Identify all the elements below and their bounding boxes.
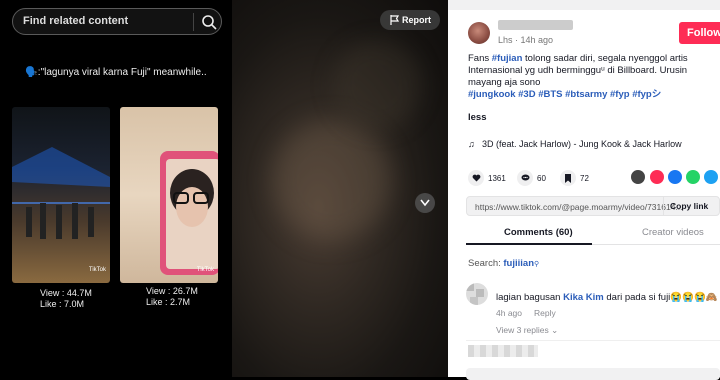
next-video-button[interactable] [415, 193, 435, 213]
comment-icon[interactable] [517, 170, 533, 186]
heart-icon[interactable] [468, 170, 484, 186]
redacted-username [468, 345, 538, 357]
mention-link[interactable]: Kika Kim [563, 292, 604, 303]
facebook-icon[interactable] [668, 170, 682, 184]
tab-comments[interactable]: Comments (60) [504, 227, 573, 238]
post-description: Fans #fujian tolong sadar diri, segala n… [468, 53, 720, 101]
like-count: Like : 7.0M [40, 299, 85, 309]
avatar[interactable] [468, 22, 490, 44]
post-panel: Lhs · 14h ago Follow Fans #fujian tolong… [448, 0, 720, 380]
video-stats: View : 44.7M Like : 7.0M [40, 288, 92, 310]
search-input[interactable]: Find related content [23, 15, 128, 27]
video-thumbnail[interactable]: TikTok [120, 107, 218, 283]
dance-stage-image [12, 147, 110, 239]
username-redacted[interactable] [498, 20, 573, 30]
related-caption: 🗣️:"lagunya viral karna Fuji" meanwhile.… [25, 67, 207, 78]
twitter-icon[interactable] [704, 170, 718, 184]
music-note-icon: ♫ [468, 139, 475, 149]
send-icon[interactable] [650, 170, 664, 184]
like-count: Like : 2.7M [146, 297, 191, 307]
avatar[interactable] [466, 283, 488, 305]
video-player[interactable]: Report [232, 0, 448, 377]
embed-icon[interactable] [631, 170, 645, 184]
search-label: Search: [468, 258, 504, 269]
comment-search[interactable]: Search: fujiiian⚲ [468, 258, 539, 269]
view-count: View : 26.7M [146, 286, 198, 296]
divider [466, 340, 720, 341]
view-count: View : 44.7M [40, 288, 92, 298]
tab-creator-videos[interactable]: Creator videos [642, 227, 704, 238]
mirror-selfie-image [160, 151, 218, 275]
hashtag-link[interactable]: #fujian [492, 53, 523, 64]
share-link-box: https://www.tiktok.com/@page.moarmy/vide… [466, 196, 720, 216]
hashtag-list[interactable]: #jungkook #3D #BTS #btsarmy #fyp #fypシ [468, 89, 661, 100]
tiktok-watermark: TikTok [88, 267, 106, 273]
search-divider [193, 13, 194, 31]
post-meta: Lhs · 14h ago [498, 35, 554, 45]
related-panel: Find related content 🗣️:"lagunya viral k… [0, 0, 232, 377]
share-url[interactable]: https://www.tiktok.com/@page.moarmy/vide… [475, 202, 683, 212]
report-button[interactable]: Report [380, 10, 440, 30]
view-replies-button[interactable]: View 3 replies ⌄ [496, 325, 558, 336]
video-blur [332, 40, 422, 130]
tiktok-watermark: TikTok [196, 267, 214, 273]
chevron-down-icon [420, 199, 430, 207]
search-icon[interactable] [201, 14, 217, 30]
music-link[interactable]: ♫ 3D (feat. Jack Harlow) - Jung Kook & Ja… [468, 139, 682, 149]
video-thumbnail[interactable]: TikTok [12, 107, 110, 283]
search-box[interactable]: Find related content [12, 8, 222, 35]
reply-button[interactable]: Reply [534, 308, 556, 318]
report-label: Report [402, 15, 431, 25]
follow-button[interactable]: Follow [679, 22, 720, 44]
music-title: 3D (feat. Jack Harlow) - Jung Kook & Jac… [482, 139, 682, 149]
comment-input[interactable] [466, 368, 720, 380]
comment-count: 60 [537, 174, 546, 183]
comment-time: 4h ago [496, 308, 522, 318]
bookmark-icon[interactable] [560, 170, 576, 186]
tab-active-underline [466, 243, 592, 245]
comment-body: dari pada si fuji😭😭😭🙈 [603, 292, 718, 303]
whatsapp-icon[interactable] [686, 170, 700, 184]
copy-link-button[interactable]: Copy link [663, 197, 720, 215]
video-blur [272, 120, 392, 240]
like-count: 1361 [488, 174, 506, 183]
less-toggle[interactable]: less [468, 112, 487, 123]
video-stats: View : 26.7M Like : 2.7M [146, 286, 198, 308]
search-icon: ⚲ [534, 261, 540, 268]
comment-text: lagian bagusan Kika Kim dari pada si fuj… [496, 292, 718, 303]
top-strip [448, 0, 720, 10]
desc-text: Fans [468, 53, 492, 64]
comment-body: lagian bagusan [496, 292, 564, 303]
flag-icon [390, 15, 399, 25]
search-query[interactable]: fujiiian [503, 258, 534, 269]
save-count: 72 [580, 174, 589, 183]
